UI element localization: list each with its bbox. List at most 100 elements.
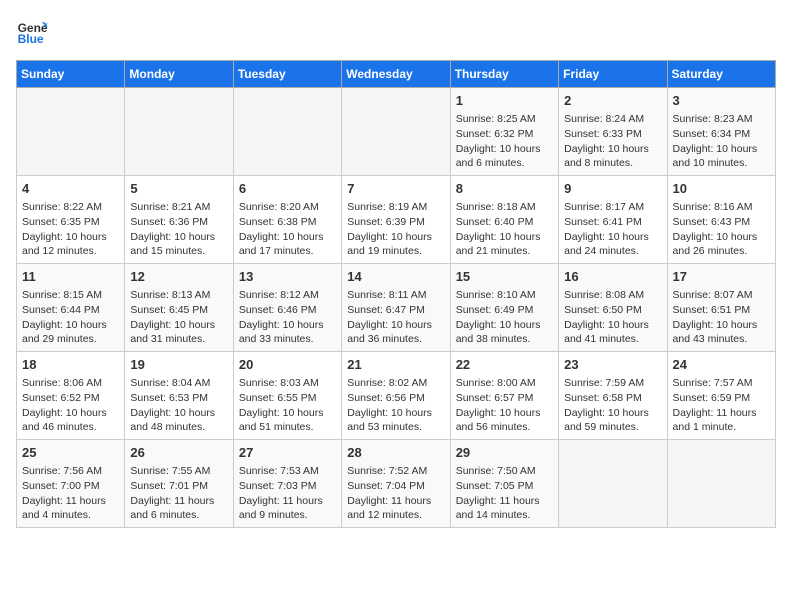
day-info: Sunrise: 8:22 AMSunset: 6:35 PMDaylight:…: [22, 200, 119, 259]
calendar-cell: 20 Sunrise: 8:03 AMSunset: 6:55 PMDayligh…: [233, 352, 341, 440]
day-info: Sunrise: 8:07 AMSunset: 6:51 PMDaylight:…: [673, 288, 770, 347]
day-number: 8: [456, 180, 553, 198]
day-number: 15: [456, 268, 553, 286]
day-info: Sunrise: 8:18 AMSunset: 6:40 PMDaylight:…: [456, 200, 553, 259]
day-number: 3: [673, 92, 770, 110]
weekday-header-monday: Monday: [125, 61, 233, 88]
calendar-cell: [342, 88, 450, 176]
day-info: Sunrise: 8:02 AMSunset: 6:56 PMDaylight:…: [347, 376, 444, 435]
day-info: Sunrise: 8:17 AMSunset: 6:41 PMDaylight:…: [564, 200, 661, 259]
day-info: Sunrise: 8:12 AMSunset: 6:46 PMDaylight:…: [239, 288, 336, 347]
day-number: 11: [22, 268, 119, 286]
day-info: Sunrise: 8:13 AMSunset: 6:45 PMDaylight:…: [130, 288, 227, 347]
calendar-week-1: 1 Sunrise: 8:25 AMSunset: 6:32 PMDaylight…: [17, 88, 776, 176]
calendar-cell: 23 Sunrise: 7:59 AMSunset: 6:58 PMDayligh…: [559, 352, 667, 440]
day-number: 21: [347, 356, 444, 374]
day-number: 29: [456, 444, 553, 462]
calendar-cell: 11 Sunrise: 8:15 AMSunset: 6:44 PMDayligh…: [17, 264, 125, 352]
calendar-cell: 25Sunrise: 7:56 AMSunset: 7:00 PMDayligh…: [17, 440, 125, 528]
day-number: 7: [347, 180, 444, 198]
calendar-cell: 9 Sunrise: 8:17 AMSunset: 6:41 PMDaylight…: [559, 176, 667, 264]
weekday-header-wednesday: Wednesday: [342, 61, 450, 88]
day-number: 14: [347, 268, 444, 286]
day-info: Sunrise: 7:55 AMSunset: 7:01 PMDaylight:…: [130, 464, 227, 523]
day-info: Sunrise: 8:20 AMSunset: 6:38 PMDaylight:…: [239, 200, 336, 259]
day-info: Sunrise: 8:11 AMSunset: 6:47 PMDaylight:…: [347, 288, 444, 347]
day-info: Sunrise: 7:53 AMSunset: 7:03 PMDaylight:…: [239, 464, 336, 523]
day-number: 13: [239, 268, 336, 286]
day-number: 9: [564, 180, 661, 198]
calendar-cell: 21 Sunrise: 8:02 AMSunset: 6:56 PMDayligh…: [342, 352, 450, 440]
calendar-cell: 17 Sunrise: 8:07 AMSunset: 6:51 PMDayligh…: [667, 264, 775, 352]
calendar-cell: 13 Sunrise: 8:12 AMSunset: 6:46 PMDayligh…: [233, 264, 341, 352]
day-info: Sunrise: 8:04 AMSunset: 6:53 PMDaylight:…: [130, 376, 227, 435]
calendar-week-4: 18 Sunrise: 8:06 AMSunset: 6:52 PMDayligh…: [17, 352, 776, 440]
day-info: Sunrise: 7:57 AMSunset: 6:59 PMDaylight:…: [673, 376, 770, 435]
day-info: Sunrise: 8:15 AMSunset: 6:44 PMDaylight:…: [22, 288, 119, 347]
svg-text:Blue: Blue: [18, 32, 44, 46]
day-info: Sunrise: 8:24 AMSunset: 6:33 PMDaylight:…: [564, 112, 661, 171]
weekday-header-sunday: Sunday: [17, 61, 125, 88]
day-number: 27: [239, 444, 336, 462]
calendar-cell: 22Sunrise: 8:00 AMSunset: 6:57 PMDayligh…: [450, 352, 558, 440]
day-info: Sunrise: 8:03 AMSunset: 6:55 PMDaylight:…: [239, 376, 336, 435]
day-info: Sunrise: 8:00 AMSunset: 6:57 PMDaylight:…: [456, 376, 553, 435]
day-number: 25: [22, 444, 119, 462]
day-number: 19: [130, 356, 227, 374]
calendar-cell: 4 Sunrise: 8:22 AMSunset: 6:35 PMDaylight…: [17, 176, 125, 264]
calendar-cell: 1 Sunrise: 8:25 AMSunset: 6:32 PMDaylight…: [450, 88, 558, 176]
calendar-cell: 29 Sunrise: 7:50 AMSunset: 7:05 PMDayligh…: [450, 440, 558, 528]
calendar-cell: 15 Sunrise: 8:10 AMSunset: 6:49 PMDayligh…: [450, 264, 558, 352]
calendar-cell: 27 Sunrise: 7:53 AMSunset: 7:03 PMDayligh…: [233, 440, 341, 528]
calendar-week-3: 11 Sunrise: 8:15 AMSunset: 6:44 PMDayligh…: [17, 264, 776, 352]
calendar-cell: 14 Sunrise: 8:11 AMSunset: 6:47 PMDayligh…: [342, 264, 450, 352]
day-number: 12: [130, 268, 227, 286]
calendar-cell: [17, 88, 125, 176]
calendar-cell: [125, 88, 233, 176]
day-info: Sunrise: 7:52 AMSunset: 7:04 PMDaylight:…: [347, 464, 444, 523]
day-info: Sunrise: 8:19 AMSunset: 6:39 PMDaylight:…: [347, 200, 444, 259]
day-number: 16: [564, 268, 661, 286]
day-number: 23: [564, 356, 661, 374]
page-header: General Blue: [16, 16, 776, 48]
logo-icon: General Blue: [16, 16, 48, 48]
day-info: Sunrise: 8:16 AMSunset: 6:43 PMDaylight:…: [673, 200, 770, 259]
weekday-header-row: SundayMondayTuesdayWednesdayThursdayFrid…: [17, 61, 776, 88]
day-number: 18: [22, 356, 119, 374]
calendar-cell: 7 Sunrise: 8:19 AMSunset: 6:39 PMDaylight…: [342, 176, 450, 264]
weekday-header-tuesday: Tuesday: [233, 61, 341, 88]
calendar-cell: 10 Sunrise: 8:16 AMSunset: 6:43 PMDayligh…: [667, 176, 775, 264]
calendar-cell: 2 Sunrise: 8:24 AMSunset: 6:33 PMDaylight…: [559, 88, 667, 176]
calendar-cell: 3 Sunrise: 8:23 AMSunset: 6:34 PMDaylight…: [667, 88, 775, 176]
calendar-cell: 18 Sunrise: 8:06 AMSunset: 6:52 PMDayligh…: [17, 352, 125, 440]
logo: General Blue: [16, 16, 52, 48]
weekday-header-thursday: Thursday: [450, 61, 558, 88]
weekday-header-friday: Friday: [559, 61, 667, 88]
day-info: Sunrise: 8:21 AMSunset: 6:36 PMDaylight:…: [130, 200, 227, 259]
day-number: 6: [239, 180, 336, 198]
day-info: Sunrise: 8:10 AMSunset: 6:49 PMDaylight:…: [456, 288, 553, 347]
day-info: Sunrise: 8:23 AMSunset: 6:34 PMDaylight:…: [673, 112, 770, 171]
day-number: 5: [130, 180, 227, 198]
calendar-cell: 24Sunrise: 7:57 AMSunset: 6:59 PMDayligh…: [667, 352, 775, 440]
calendar-cell: 12 Sunrise: 8:13 AMSunset: 6:45 PMDayligh…: [125, 264, 233, 352]
calendar-cell: 5 Sunrise: 8:21 AMSunset: 6:36 PMDaylight…: [125, 176, 233, 264]
day-info: Sunrise: 8:08 AMSunset: 6:50 PMDaylight:…: [564, 288, 661, 347]
calendar-cell: 26 Sunrise: 7:55 AMSunset: 7:01 PMDayligh…: [125, 440, 233, 528]
calendar-table: SundayMondayTuesdayWednesdayThursdayFrid…: [16, 60, 776, 528]
day-info: Sunrise: 8:25 AMSunset: 6:32 PMDaylight:…: [456, 112, 553, 171]
calendar-cell: [233, 88, 341, 176]
day-number: 2: [564, 92, 661, 110]
day-number: 10: [673, 180, 770, 198]
day-info: Sunrise: 7:50 AMSunset: 7:05 PMDaylight:…: [456, 464, 553, 523]
day-number: 17: [673, 268, 770, 286]
day-number: 1: [456, 92, 553, 110]
day-number: 20: [239, 356, 336, 374]
day-number: 26: [130, 444, 227, 462]
day-info: Sunrise: 7:59 AMSunset: 6:58 PMDaylight:…: [564, 376, 661, 435]
calendar-cell: [559, 440, 667, 528]
day-info: Sunrise: 8:06 AMSunset: 6:52 PMDaylight:…: [22, 376, 119, 435]
day-number: 4: [22, 180, 119, 198]
calendar-cell: [667, 440, 775, 528]
calendar-cell: 6 Sunrise: 8:20 AMSunset: 6:38 PMDaylight…: [233, 176, 341, 264]
